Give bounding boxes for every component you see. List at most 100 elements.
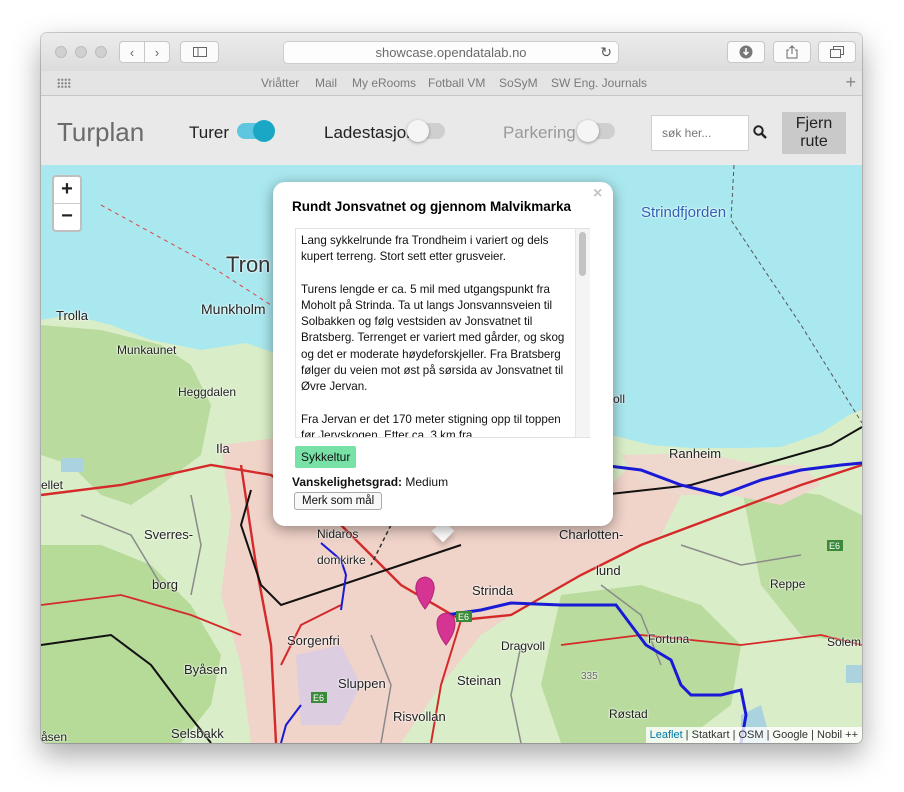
place-label: Trolla (56, 308, 89, 323)
place-label: Sluppen (338, 676, 386, 691)
zoom-out-button[interactable]: − (54, 203, 80, 230)
description-paragraph: Lang sykkelrunde fra Trondheim i variert… (301, 234, 549, 264)
mark-as-goal-button[interactable]: Merk som mål (294, 492, 383, 510)
sidebar-button[interactable] (180, 41, 219, 63)
browser-toolbar: ‹ › showcase.opendatalab.no ↻ (41, 33, 862, 72)
lake (846, 665, 862, 683)
place-label: domkirke (317, 553, 366, 567)
toggle-knob (253, 120, 275, 142)
share-icon (786, 45, 798, 59)
place-label: Strindfjorden (641, 204, 727, 221)
place-label: Ranheim (669, 446, 722, 461)
place-label: Ila (216, 441, 230, 456)
app-title: Turplan (57, 117, 145, 147)
place-label: Steinan (457, 673, 502, 688)
search-icon[interactable] (753, 125, 767, 139)
road-shield-label: E6 (829, 541, 840, 551)
place-label: borg (152, 577, 179, 592)
close-window-button[interactable] (55, 46, 67, 58)
close-popup-icon[interactable]: × (593, 185, 602, 203)
grid-icon[interactable] (57, 78, 71, 88)
chevron-right-icon: › (154, 44, 160, 60)
downloads-button[interactable] (727, 41, 765, 63)
description-paragraph: Turens lengde er ca. 5 mil med utgangspu… (301, 282, 565, 394)
difficulty: Vanskelighetsgrad: Medium (292, 475, 448, 489)
place-label: ellet (41, 478, 64, 492)
favorite-link[interactable]: SoSyM (499, 76, 538, 90)
description-scrollbar[interactable] (575, 229, 590, 437)
place-label: Dragvoll (501, 639, 546, 653)
toggle-label-ladestasjoner: Ladestasjoner (324, 123, 409, 142)
difficulty-value: Medium (405, 475, 449, 489)
toggle-label-turer: Turer (189, 123, 229, 142)
zoom-control: + − (52, 175, 82, 232)
new-tab-icon[interactable]: + (845, 72, 856, 93)
category-tag: Sykkeltur (295, 446, 357, 468)
parkering-toggle[interactable] (577, 120, 615, 142)
place-label: Byåsen (184, 662, 228, 677)
download-icon (739, 45, 753, 59)
place-label: Tron (226, 252, 271, 277)
turer-toggle[interactable] (237, 120, 275, 142)
place-label: Munkaunet (117, 343, 177, 357)
scrollbar-thumb[interactable] (579, 232, 586, 276)
app-header: Turplan Turer Ladestasjoner Parkering Fj… (41, 96, 862, 165)
tabs-icon (830, 46, 844, 58)
popup-title: Rundt Jonsvatnet og gjennom Malvikmarka (292, 199, 572, 214)
place-label: oll (613, 392, 626, 406)
forward-button[interactable]: › (144, 41, 170, 63)
attribution-item: Statkart (691, 729, 730, 741)
place-label: Sorgenfri (287, 633, 340, 648)
map-attribution: Leaflet | Statkart | OSM | Google | Nobi… (645, 727, 862, 743)
attribution-item: Nobil ++ (817, 729, 858, 741)
elevation-label: 335 (581, 671, 598, 682)
lake (61, 458, 83, 472)
place-label: Munkholm (201, 301, 266, 317)
reload-icon[interactable]: ↻ (600, 42, 612, 63)
place-label: Solem (827, 635, 862, 649)
zoom-in-button[interactable]: + (54, 177, 80, 203)
favorite-link[interactable]: Mail (315, 76, 337, 90)
place-label: Fortuna (648, 632, 690, 646)
search-input[interactable] (651, 115, 749, 151)
difficulty-label: Vanskelighetsgrad: (292, 475, 403, 489)
road-shield-label: E6 (313, 693, 324, 703)
popup-description[interactable]: Lang sykkelrunde fra Trondheim i variert… (295, 228, 590, 438)
attribution-item: Google (772, 729, 809, 741)
place-label: Selsbakk (171, 726, 224, 741)
road-shield-label: E6 (458, 612, 469, 622)
place-label: Reppe (770, 577, 806, 591)
favorites-bar: Vriåtter Mail My eRooms Fotball VM SoSyM… (41, 71, 862, 96)
place-label: Risvollan (393, 709, 446, 724)
place-label: lund (596, 563, 621, 578)
address-bar[interactable]: showcase.opendatalab.no ↻ (283, 41, 619, 64)
favorite-link[interactable]: SW Eng. Journals (551, 76, 647, 90)
remove-route-button[interactable]: Fjern rute (782, 112, 846, 154)
browser-window: ‹ › showcase.opendatalab.no ↻ Vriåtter M… (41, 33, 862, 743)
favorite-link[interactable]: Vriåtter (261, 76, 299, 90)
boundary-line (730, 165, 862, 424)
sidebar-icon (192, 47, 207, 57)
toggle-label-parkering: Parkering (503, 123, 576, 142)
place-label: åsen (41, 730, 68, 743)
place-label: Nidaros (317, 527, 359, 541)
favorite-link[interactable]: My eRooms (352, 76, 416, 90)
tabs-overview-button[interactable] (818, 41, 856, 63)
toggle-knob (577, 120, 599, 142)
place-label: Sverres- (144, 527, 194, 542)
favorite-link[interactable]: Fotball VM (428, 76, 485, 90)
minimize-window-button[interactable] (75, 46, 87, 58)
place-label: Charlotten- (559, 527, 624, 542)
description-paragraph: Fra Jervan er det 170 meter stigning opp… (301, 412, 561, 438)
place-label: Strinda (472, 583, 514, 598)
ladestasjoner-toggle[interactable] (407, 120, 445, 142)
toggle-knob (407, 120, 429, 142)
leaflet-link[interactable]: Leaflet (650, 729, 683, 741)
attribution-item: OSM (738, 729, 764, 741)
share-button[interactable] (773, 41, 811, 63)
place-label: Røstad (609, 707, 648, 721)
back-button[interactable]: ‹ (119, 41, 145, 63)
place-label: Heggdalen (178, 385, 237, 399)
url-text: showcase.opendatalab.no (375, 45, 527, 60)
zoom-window-button[interactable] (95, 46, 107, 58)
